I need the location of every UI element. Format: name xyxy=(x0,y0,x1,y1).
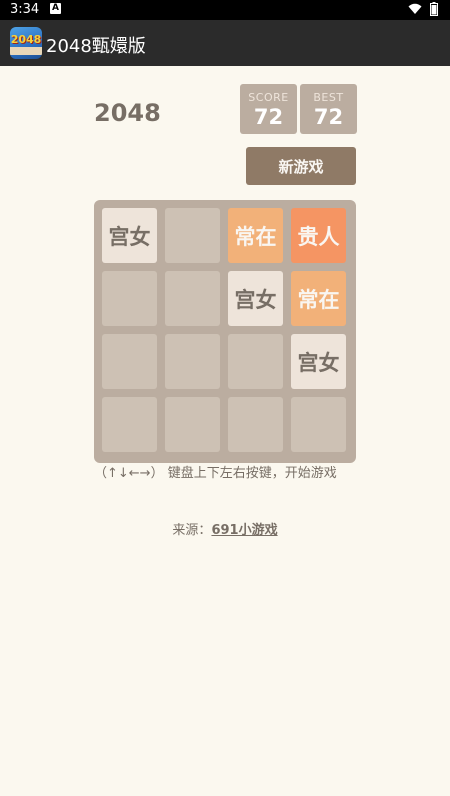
tile: 宫女 xyxy=(291,334,346,389)
app-logo-icon: 2048 xyxy=(10,27,42,59)
status-icons xyxy=(408,2,438,16)
app-bar: 2048 2048甄嬛版 xyxy=(0,20,450,66)
game-title: 2048 xyxy=(94,99,161,127)
best-value: 72 xyxy=(313,105,344,129)
best-box: BEST 72 xyxy=(300,84,357,134)
empty-tile xyxy=(165,397,220,452)
empty-tile xyxy=(102,271,157,326)
status-time: 3:34 xyxy=(10,2,40,17)
empty-tile xyxy=(228,334,283,389)
tile: 宫女 xyxy=(228,271,283,326)
empty-tile xyxy=(165,271,220,326)
score-value: 72 xyxy=(253,105,284,129)
empty-tile xyxy=(165,334,220,389)
tile: 常在 xyxy=(291,271,346,326)
empty-tile xyxy=(291,397,346,452)
battery-icon xyxy=(430,2,438,16)
wifi-icon xyxy=(408,3,422,14)
score-label: SCORE xyxy=(248,91,289,104)
empty-tile xyxy=(102,334,157,389)
best-label: BEST xyxy=(313,91,344,104)
status-bar: 3:34 A xyxy=(0,0,450,20)
game-board[interactable]: 宫女 常在 贵人 宫女 常在 宫女 xyxy=(94,200,356,463)
tile: 常在 xyxy=(228,208,283,263)
new-game-button[interactable]: 新游戏 xyxy=(246,147,356,185)
empty-tile xyxy=(228,397,283,452)
source-line: 来源：691小游戏 xyxy=(0,519,450,538)
source-link[interactable]: 691小游戏 xyxy=(211,523,277,538)
tile: 贵人 xyxy=(291,208,346,263)
score-box: SCORE 72 xyxy=(240,84,297,134)
notification-icon: A xyxy=(50,3,61,14)
source-label: 来源： xyxy=(172,523,212,538)
empty-tile xyxy=(165,208,220,263)
app-title: 2048甄嬛版 xyxy=(46,36,146,57)
app-logo-text: 2048 xyxy=(10,33,42,46)
tile: 宫女 xyxy=(102,208,157,263)
empty-tile xyxy=(102,397,157,452)
instructions-text: （↑↓←→） 键盘上下左右按键，开始游戏 xyxy=(94,466,337,481)
